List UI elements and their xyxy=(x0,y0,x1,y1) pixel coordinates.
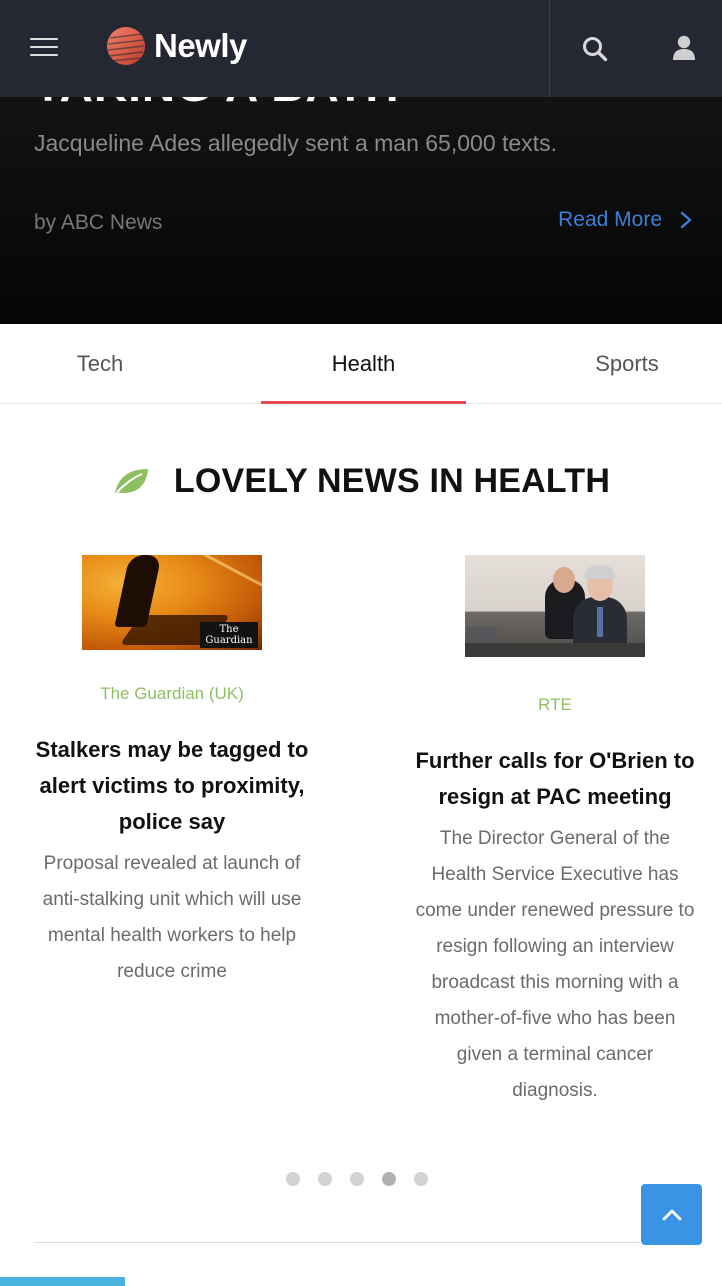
news-card[interactable]: The Guardian The Guardian (UK) Stalkers m… xyxy=(30,555,314,990)
hero-subtitle: Jacqueline Ades allegedly sent a man 65,… xyxy=(34,130,557,156)
chevron-right-icon xyxy=(680,211,692,229)
tab-sports[interactable]: Sports xyxy=(527,324,722,404)
footer-divider xyxy=(34,1242,642,1243)
news-headline[interactable]: Further calls for O'Brien to resign at P… xyxy=(413,743,697,815)
thumbnail-detail xyxy=(177,555,262,594)
pagination-dot[interactable] xyxy=(318,1172,332,1186)
news-thumbnail[interactable] xyxy=(465,555,645,657)
brand-name: Newly xyxy=(154,27,247,64)
footer-accent-bar xyxy=(0,1277,125,1286)
thumbnail-detail xyxy=(585,565,615,579)
pagination-dot[interactable] xyxy=(286,1172,300,1186)
tab-health[interactable]: Health xyxy=(261,324,466,404)
section-title: LOVELY NEWS IN HEALTH xyxy=(173,461,611,500)
category-tabs: Tech Health Sports xyxy=(0,324,722,404)
carousel-pagination xyxy=(0,1172,722,1186)
search-icon[interactable] xyxy=(582,36,608,62)
scroll-to-top-button[interactable] xyxy=(641,1184,702,1245)
active-tab-indicator xyxy=(261,401,466,404)
news-source[interactable]: RTE xyxy=(413,695,697,715)
chevron-up-icon xyxy=(662,1209,681,1220)
pagination-dot-active[interactable] xyxy=(382,1172,396,1186)
header-divider xyxy=(549,0,550,97)
thumbnail-detail xyxy=(553,567,575,593)
guardian-badge: The Guardian xyxy=(200,622,258,648)
news-card[interactable]: RTE Further calls for O'Brien to resign … xyxy=(413,555,697,1109)
hamburger-icon-bar xyxy=(30,54,58,56)
top-navbar: Newly xyxy=(0,0,722,97)
menu-button[interactable] xyxy=(30,38,58,58)
tab-tech[interactable]: Tech xyxy=(0,324,200,404)
news-thumbnail[interactable]: The Guardian xyxy=(82,555,262,650)
news-source[interactable]: The Guardian (UK) xyxy=(30,684,314,704)
read-more-link[interactable]: Read More xyxy=(558,208,692,232)
thumbnail-detail xyxy=(597,607,603,637)
logo[interactable]: Newly xyxy=(106,26,247,66)
read-more-label: Read More xyxy=(558,208,662,231)
logo-mark-icon xyxy=(107,27,145,65)
pagination-dot[interactable] xyxy=(414,1172,428,1186)
leaf-icon xyxy=(114,469,148,493)
pagination-dot[interactable] xyxy=(350,1172,364,1186)
news-headline[interactable]: Stalkers may be tagged to alert victims … xyxy=(30,732,314,840)
hamburger-icon-bar xyxy=(30,46,58,48)
news-summary: The Director General of the Health Servi… xyxy=(415,828,695,1101)
news-summary: Proposal revealed at launch of anti-stal… xyxy=(42,853,302,982)
hamburger-icon xyxy=(30,38,58,40)
thumbnail-detail xyxy=(465,643,645,657)
section-heading: LOVELY NEWS IN HEALTH xyxy=(0,458,722,504)
user-icon[interactable] xyxy=(672,34,696,62)
hero-author: by ABC News xyxy=(34,211,163,234)
